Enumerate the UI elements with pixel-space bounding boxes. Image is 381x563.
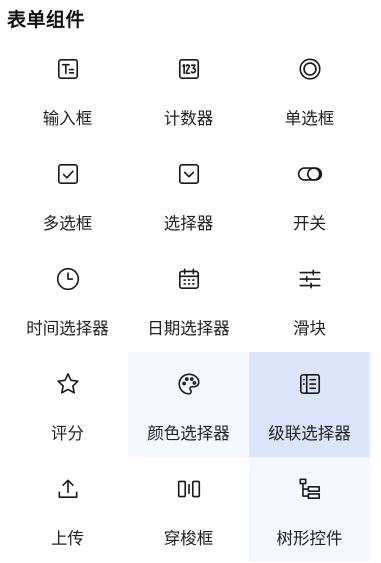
select-icon: [176, 161, 202, 187]
tile-text-input[interactable]: 输入框: [7, 37, 128, 142]
tile-slider[interactable]: 滑块: [249, 247, 370, 352]
tile-upload[interactable]: 上传: [7, 457, 128, 562]
tree-icon: [297, 476, 323, 502]
tile-rate[interactable]: 评分: [7, 352, 128, 457]
tile-label: 选择器: [163, 214, 214, 233]
tile-select[interactable]: 选择器: [128, 142, 249, 247]
tile-label: 穿梭框: [163, 529, 214, 548]
form-components-panel: 表单组件 输入框 计数器 单选框 多选框 选择器 开关 时间选择器 日期选择器 …: [0, 0, 381, 563]
tile-time-picker[interactable]: 时间选择器: [7, 247, 128, 352]
tile-label: 开关: [293, 214, 326, 233]
star-icon: [55, 371, 81, 397]
slider-icon: [297, 266, 323, 292]
tile-label: 输入框: [42, 109, 93, 128]
component-grid: 输入框 计数器 单选框 多选框 选择器 开关 时间选择器 日期选择器 滑块 评分…: [7, 37, 371, 562]
checkbox-icon: [55, 161, 81, 187]
tile-label: 级联选择器: [268, 424, 351, 443]
tile-checkbox[interactable]: 多选框: [7, 142, 128, 247]
transfer-icon: [176, 476, 202, 502]
tile-switch[interactable]: 开关: [249, 142, 370, 247]
radio-icon: [297, 56, 323, 82]
tile-color-picker[interactable]: 颜色选择器: [128, 352, 249, 457]
tile-label: 上传: [51, 529, 84, 548]
palette-icon: [176, 371, 202, 397]
tile-date-picker[interactable]: 日期选择器: [128, 247, 249, 352]
switch-icon: [297, 161, 323, 187]
tile-tree[interactable]: 树形控件: [249, 457, 370, 562]
counter-icon: [176, 56, 202, 82]
tile-label: 多选框: [42, 214, 93, 233]
tile-counter[interactable]: 计数器: [128, 37, 249, 142]
tile-label: 单选框: [284, 109, 335, 128]
tile-label: 滑块: [293, 319, 326, 338]
upload-icon: [55, 476, 81, 502]
tile-radio[interactable]: 单选框: [249, 37, 370, 142]
text-input-icon: [55, 56, 81, 82]
cascader-icon: [297, 371, 323, 397]
tile-label: 计数器: [163, 109, 214, 128]
tile-transfer[interactable]: 穿梭框: [128, 457, 249, 562]
section-title: 表单组件: [7, 9, 86, 31]
tile-label: 树形控件: [276, 529, 343, 548]
tile-label: 时间选择器: [26, 319, 109, 338]
calendar-icon: [176, 266, 202, 292]
clock-icon: [55, 266, 81, 292]
tile-label: 颜色选择器: [147, 424, 230, 443]
tile-label: 评分: [51, 424, 84, 443]
tile-cascader[interactable]: 级联选择器: [249, 352, 370, 457]
tile-label: 日期选择器: [147, 319, 230, 338]
